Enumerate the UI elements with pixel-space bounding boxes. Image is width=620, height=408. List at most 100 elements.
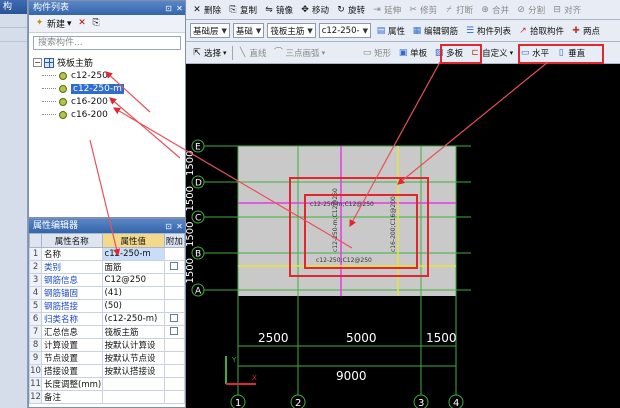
- property-row[interactable]: 8 计算设置 按默认计算设: [28, 338, 186, 352]
- rotate-icon: ↻: [337, 4, 345, 15]
- property-extra-cell[interactable]: [163, 338, 186, 352]
- pin-icon[interactable]: ⊡: [163, 221, 174, 232]
- line-button[interactable]: ╲ 直线: [236, 45, 269, 61]
- property-value[interactable]: (41): [101, 286, 165, 300]
- property-extra-cell[interactable]: [163, 364, 186, 378]
- property-value[interactable]: 按默认计算设: [101, 338, 165, 352]
- cad-canvas[interactable]: c12-250-m;C12@250 c12-250;C12@250 c12-25…: [186, 64, 620, 408]
- property-value[interactable]: [101, 377, 165, 391]
- property-row[interactable]: 10 搭接设置 按默认搭接设: [28, 364, 186, 378]
- slab-region[interactable]: [238, 146, 456, 296]
- property-extra-cell[interactable]: [163, 312, 186, 326]
- property-extra-cell[interactable]: [163, 260, 186, 274]
- property-value[interactable]: 面筋: [101, 260, 165, 274]
- copy-icon[interactable]: ⎘: [91, 18, 102, 29]
- rotate-button[interactable]: ↻ 旋转: [334, 2, 367, 18]
- property-row[interactable]: 3 钢筋信息 C12@250: [28, 273, 186, 287]
- left-strip-row[interactable]: [0, 14, 27, 28]
- extra-checkbox[interactable]: [170, 261, 179, 270]
- merge-button[interactable]: ⊕ 合并: [478, 2, 511, 18]
- break-label: 打断: [456, 5, 474, 16]
- new-component-button[interactable]: ✦ 新建 ▾: [32, 17, 74, 31]
- rebar-label-right-vertical[interactable]: c16-200;C16@200: [390, 196, 397, 252]
- break-button[interactable]: ⌿ 打断: [442, 2, 475, 18]
- property-extra-cell[interactable]: [163, 351, 186, 365]
- property-row[interactable]: 2 类别 面筋: [28, 260, 186, 274]
- single-board-button[interactable]: ▣ 单板: [396, 45, 429, 61]
- slab-rebar-icon: [44, 57, 54, 68]
- component-search-input[interactable]: 搜索构件...: [33, 36, 181, 50]
- delete-icon[interactable]: ✕: [77, 18, 88, 29]
- left-strip-row[interactable]: [0, 28, 27, 42]
- property-value[interactable]: 按默认搭接设: [101, 364, 165, 378]
- pin-icon[interactable]: ⊡: [163, 3, 174, 14]
- component-list-button[interactable]: ☰ 构件列表: [463, 23, 513, 39]
- property-extra-cell[interactable]: [163, 247, 186, 261]
- left-strip-panel: 构: [0, 0, 28, 408]
- tree-root-item[interactable]: − 筏板主筋: [33, 56, 181, 69]
- property-row[interactable]: 1 名称 c12-250-m: [28, 247, 186, 261]
- rebar-label-bottom[interactable]: c12-250;C12@250: [316, 257, 372, 264]
- property-row[interactable]: 7 汇总信息 筏板主筋: [28, 325, 186, 339]
- property-extra-cell[interactable]: [163, 273, 186, 287]
- trim-button[interactable]: ✂ 修剪: [406, 2, 439, 18]
- component-select[interactable]: c12-250- ▼: [318, 23, 371, 38]
- copy-button[interactable]: ⎘ 复制: [226, 2, 259, 18]
- category-select[interactable]: 基础 ▼: [232, 23, 265, 38]
- property-row[interactable]: 11 长度调整(mm): [28, 377, 186, 391]
- property-value[interactable]: C12@250: [101, 273, 165, 287]
- tree-child-item-selected[interactable]: c12-250-m: [33, 82, 181, 95]
- cad-drawing-area[interactable]: c12-250-m;C12@250 c12-250;C12@250 c12-25…: [186, 64, 620, 408]
- tree-child-item[interactable]: c16-200: [33, 108, 181, 121]
- close-icon[interactable]: ✕: [174, 3, 185, 14]
- property-extra-cell[interactable]: [163, 377, 186, 391]
- row-axis-label: B: [195, 250, 201, 260]
- custom-label: 自定义: [482, 48, 508, 59]
- property-value[interactable]: 筏板主筋: [101, 325, 165, 339]
- delete-button[interactable]: ✕ 删除: [190, 2, 223, 18]
- row-number: 12: [28, 390, 43, 404]
- property-value[interactable]: (50): [101, 299, 165, 313]
- chevron-down-icon: ▼: [255, 26, 262, 35]
- property-extra-cell[interactable]: [163, 286, 186, 300]
- extra-checkbox[interactable]: [170, 313, 179, 322]
- align-label: 对齐: [564, 5, 582, 16]
- extend-button[interactable]: ⇥ 延伸: [370, 2, 403, 18]
- move-button[interactable]: ✥ 移动: [298, 2, 331, 18]
- split-button[interactable]: ⊘ 分割: [514, 2, 547, 18]
- property-row[interactable]: 6 归类名称 (c12-250-m): [28, 312, 186, 326]
- properties-button[interactable]: ▤ 属性: [374, 23, 407, 39]
- tree-child-item[interactable]: c12-250: [33, 69, 181, 82]
- rebar-label-top[interactable]: c12-250-m;C12@250: [310, 201, 374, 208]
- edit-rebar-button[interactable]: ▦ 编辑钢筋: [410, 23, 460, 39]
- property-value[interactable]: 按默认节点设: [101, 351, 165, 365]
- close-icon[interactable]: ✕: [174, 221, 185, 232]
- property-extra-cell[interactable]: [163, 325, 186, 339]
- property-row[interactable]: 9 节点设置 按默认节点设: [28, 351, 186, 365]
- extra-checkbox[interactable]: [170, 326, 179, 335]
- collapse-icon[interactable]: −: [33, 58, 42, 67]
- property-row[interactable]: 5 钢筋搭接 (50): [28, 299, 186, 313]
- floor-select[interactable]: 基础层 ▼: [190, 23, 230, 38]
- rectangle-button[interactable]: ▭ 矩形: [360, 45, 393, 61]
- property-value[interactable]: (c12-250-m): [101, 312, 165, 326]
- property-editor-panel: 属性编辑器 ⊡ ✕ 属性名称 属性值 附加 1 名称 c12-250-m 2 类别 面筋 3…: [28, 218, 186, 408]
- pick-component-button[interactable]: ↗ 拾取构件: [516, 23, 566, 39]
- mirror-button[interactable]: ⇋ 镜像: [262, 2, 295, 18]
- select-button[interactable]: ⇱ 选择 ▾: [190, 45, 229, 61]
- property-row[interactable]: 4 钢筋锚固 (41): [28, 286, 186, 300]
- tree-child-label: c12-250: [71, 70, 108, 81]
- property-value[interactable]: c12-250-m: [101, 247, 165, 261]
- property-row[interactable]: 12 备注: [28, 390, 186, 404]
- type-select[interactable]: 筏板主筋 ▼: [267, 23, 316, 38]
- rebar-label-left-vertical[interactable]: c12-250-m;C12@250: [332, 188, 339, 252]
- align-button[interactable]: ⊟ 对齐: [550, 2, 583, 18]
- property-extra-cell[interactable]: [163, 390, 186, 404]
- property-extra-cell[interactable]: [163, 299, 186, 313]
- pick-component-label: 拾取构件: [530, 26, 565, 37]
- property-value[interactable]: [101, 390, 165, 404]
- two-point-button[interactable]: ✚ 两点: [569, 23, 602, 39]
- copy-icon: ⎘: [229, 4, 237, 15]
- three-point-arc-button[interactable]: ⌒ 三点画弧 ▾: [272, 45, 328, 61]
- tree-child-item[interactable]: c16-200: [33, 95, 181, 108]
